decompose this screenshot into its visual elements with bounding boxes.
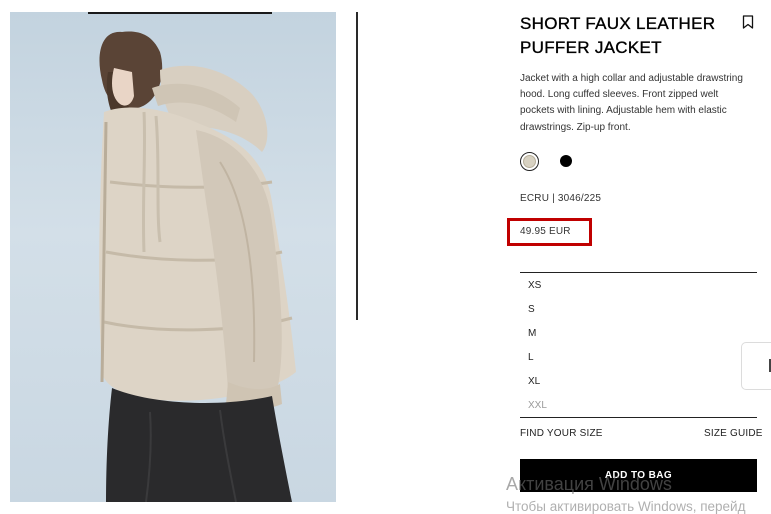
size-option-s[interactable]: S bbox=[520, 298, 757, 322]
product-title-line1: SHORT FAUX LEATHER bbox=[520, 14, 716, 33]
size-option-l[interactable]: L bbox=[520, 346, 757, 370]
side-tab-widget[interactable] bbox=[741, 342, 771, 390]
product-title-line2: PUFFER JACKET bbox=[520, 38, 662, 57]
size-option-xs[interactable]: XS bbox=[520, 274, 757, 298]
product-price: 49.95 EUR bbox=[520, 226, 571, 237]
product-image[interactable] bbox=[10, 12, 336, 502]
color-swatch-ecru[interactable] bbox=[520, 152, 539, 171]
size-option-xxl[interactable]: XXL bbox=[520, 394, 757, 418]
size-option-xl[interactable]: XL bbox=[520, 370, 757, 394]
color-reference: ECRU | 3046/225 bbox=[520, 193, 602, 204]
find-your-size-link[interactable]: FIND YOUR SIZE bbox=[520, 428, 603, 439]
gallery-scroll-indicator[interactable] bbox=[356, 12, 358, 320]
product-title: SHORT FAUX LEATHER PUFFER JACKET bbox=[520, 12, 720, 60]
size-option-m[interactable]: M bbox=[520, 322, 757, 346]
size-selector: XS S M L XL XXL bbox=[520, 272, 757, 418]
color-swatch-black[interactable] bbox=[560, 155, 572, 167]
size-guide-link[interactable]: SIZE GUIDE bbox=[704, 428, 763, 439]
product-description: Jacket with a high collar and adjustable… bbox=[520, 73, 743, 133]
size-list-divider bbox=[520, 417, 757, 418]
image-top-rule bbox=[88, 12, 272, 14]
add-to-bag-button[interactable]: ADD TO BAG bbox=[520, 459, 757, 492]
windows-activation-subtitle: Чтобы активировать Windows, перейд bbox=[506, 499, 746, 514]
bookmark-icon[interactable] bbox=[742, 15, 754, 29]
